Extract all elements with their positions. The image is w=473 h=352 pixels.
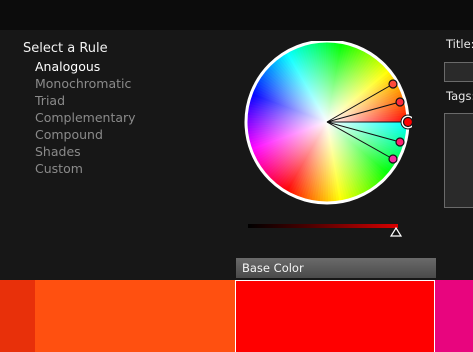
harmony-marker[interactable]: [388, 79, 398, 89]
rule-shades[interactable]: Shades: [23, 143, 136, 160]
tags-label: Tags:: [446, 89, 473, 103]
harmony-marker[interactable]: [395, 137, 405, 147]
title-input[interactable]: [444, 62, 473, 82]
swatch-4[interactable]: [435, 280, 473, 352]
swatch-base[interactable]: [235, 280, 435, 352]
harmony-marker[interactable]: [395, 97, 405, 107]
tags-input[interactable]: [444, 113, 473, 208]
rule-compound[interactable]: Compound: [23, 126, 136, 143]
color-wheel[interactable]: [242, 41, 412, 211]
harmony-marker[interactable]: [388, 154, 398, 164]
rule-custom[interactable]: Custom: [23, 160, 136, 177]
rule-triad[interactable]: Triad: [23, 92, 136, 109]
swatch-2[interactable]: [35, 280, 235, 352]
base-color-header: Base Color: [236, 258, 436, 278]
brightness-slider[interactable]: [248, 224, 398, 228]
rule-complementary[interactable]: Complementary: [23, 109, 136, 126]
swatch-1[interactable]: [0, 280, 35, 352]
rule-monochromatic[interactable]: Monochromatic: [23, 75, 136, 92]
rule-selector-title: Select a Rule: [23, 41, 108, 56]
rule-selector: Select a Rule Analogous Monochromatic Tr…: [23, 41, 136, 177]
top-bar: [0, 0, 473, 30]
slider-thumb-icon[interactable]: [389, 226, 403, 237]
rule-analogous[interactable]: Analogous: [23, 58, 136, 75]
title-label: Title:: [446, 37, 473, 51]
base-color-marker[interactable]: [402, 116, 413, 128]
